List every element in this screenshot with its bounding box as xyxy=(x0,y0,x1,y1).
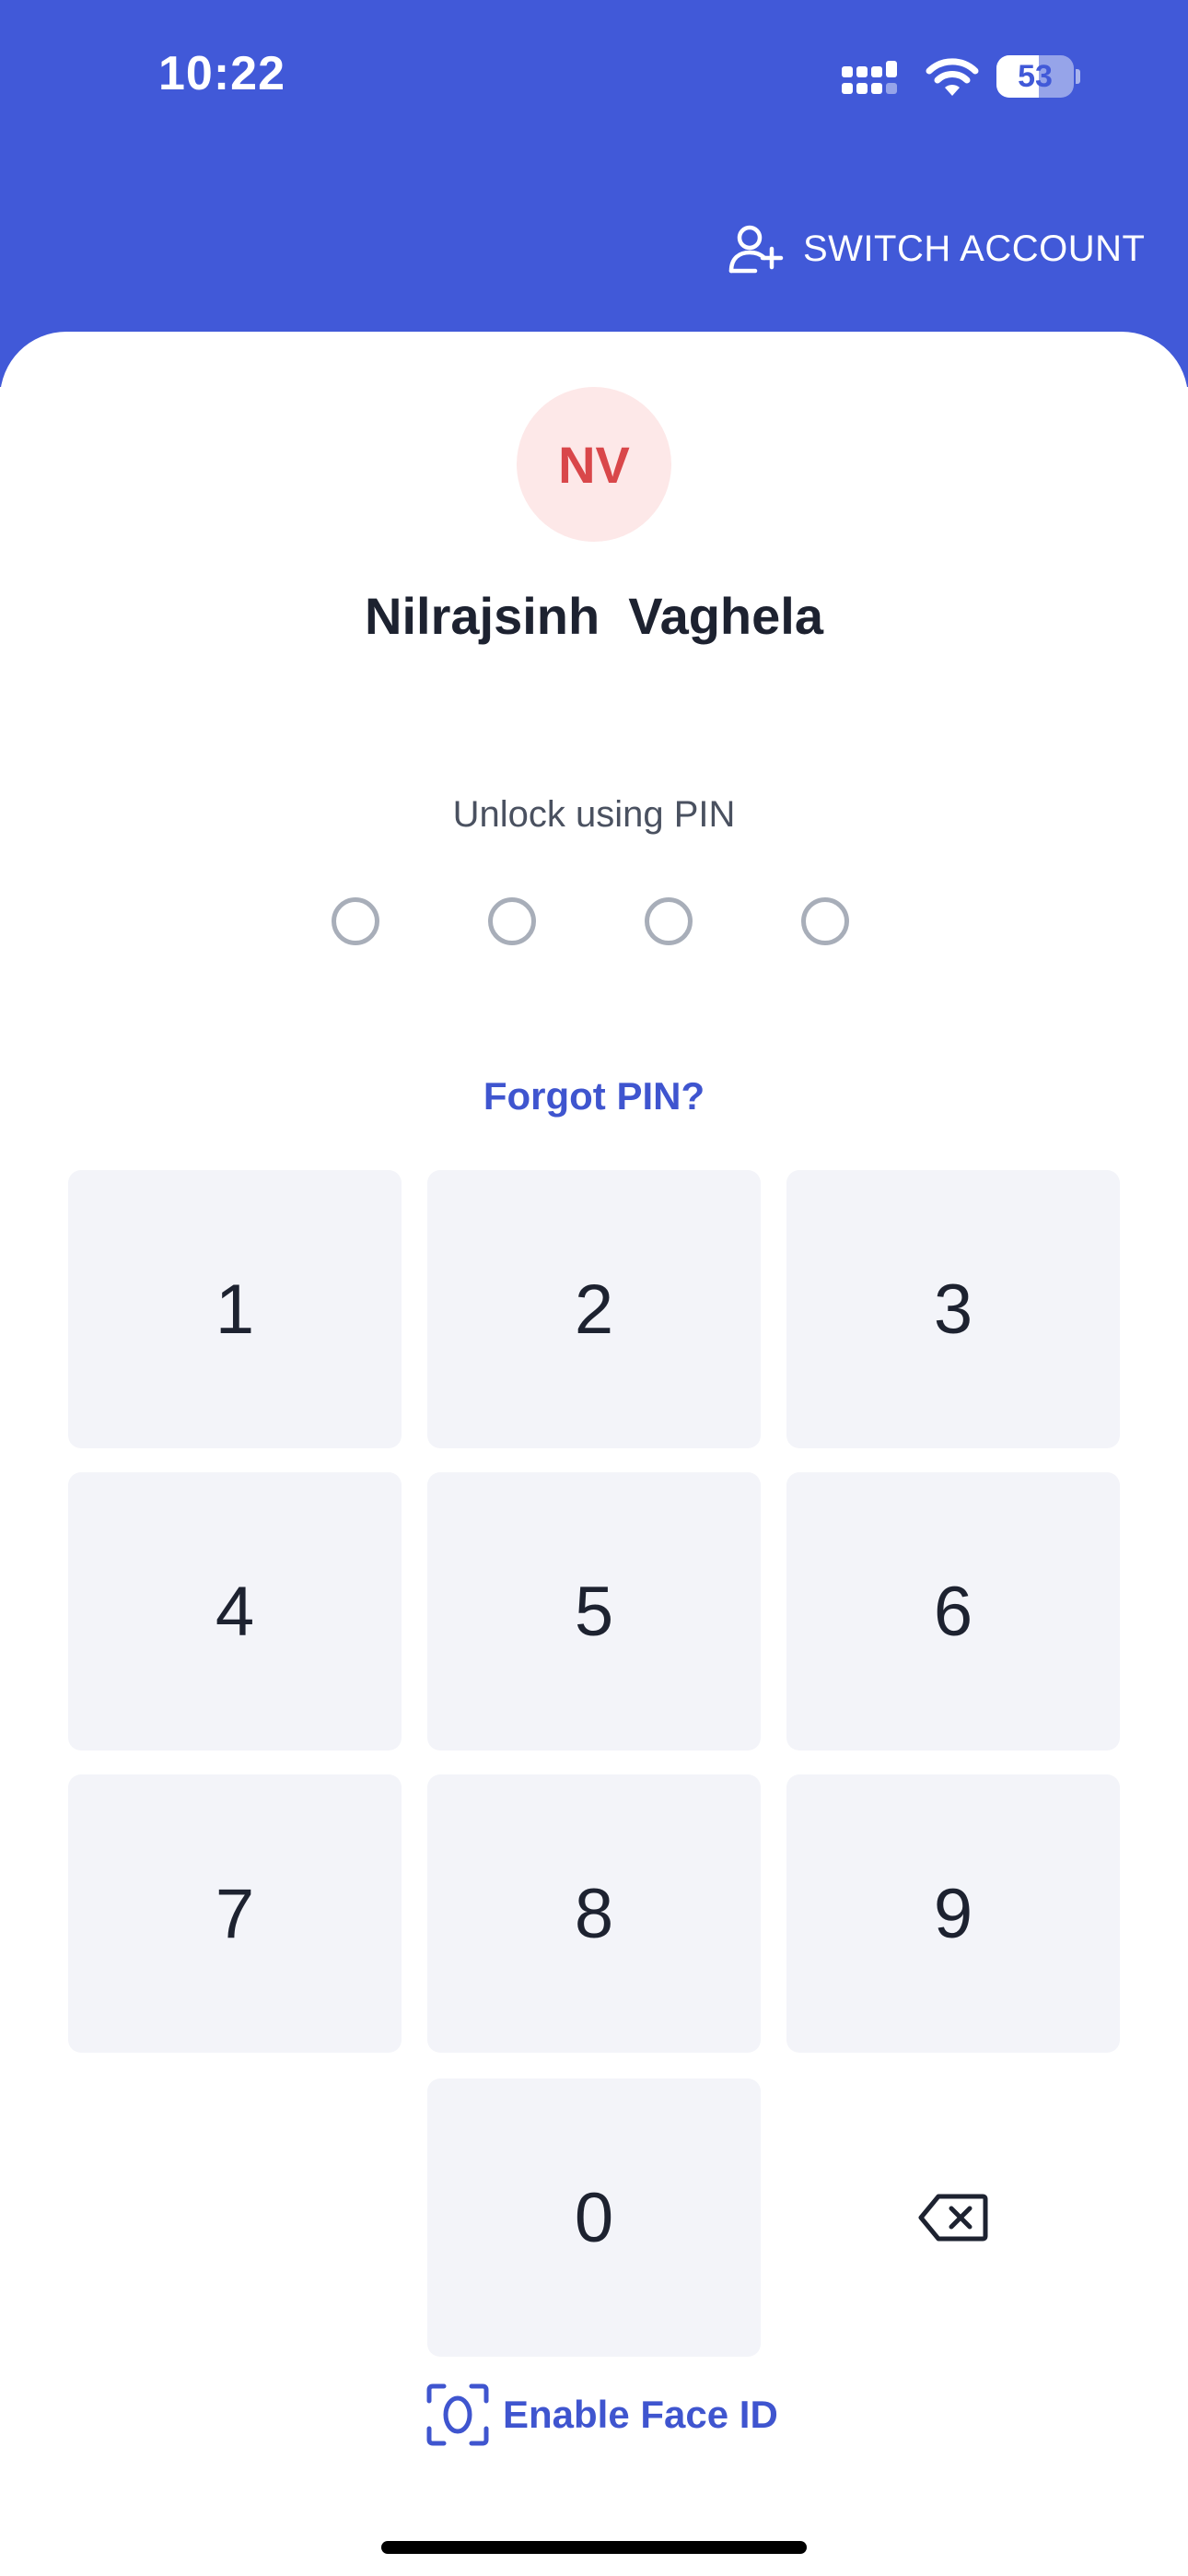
pin-dot xyxy=(332,897,379,945)
wifi-icon xyxy=(926,58,979,96)
switch-account-button[interactable]: SWITCH ACCOUNT xyxy=(728,221,1145,276)
enable-face-id-label: Enable Face ID xyxy=(503,2393,778,2436)
pin-dot xyxy=(645,897,693,945)
battery-icon: 53 xyxy=(996,55,1081,100)
keypad-key-7[interactable]: 7 xyxy=(68,1774,402,2053)
user-name: Nilrajsinh Vaghela xyxy=(365,587,823,645)
backspace-icon xyxy=(918,2194,988,2242)
pin-indicator xyxy=(332,897,856,953)
keypad-key-5[interactable]: 5 xyxy=(427,1472,761,1751)
status-bar-icons: 53 xyxy=(840,55,1089,107)
avatar: NV xyxy=(517,387,671,542)
status-bar-time: 10:22 xyxy=(158,47,285,100)
avatar-initials: NV xyxy=(558,435,630,494)
enable-face-id-button[interactable]: Enable Face ID xyxy=(425,2383,778,2447)
keypad-key-3[interactable]: 3 xyxy=(786,1170,1120,1448)
cellular-signal-icon xyxy=(842,61,897,94)
switch-account-label: SWITCH ACCOUNT xyxy=(803,228,1146,269)
pin-dot xyxy=(488,897,536,945)
keypad-key-9[interactable]: 9 xyxy=(786,1774,1120,2053)
home-indicator[interactable] xyxy=(381,2541,807,2554)
keypad-key-1[interactable]: 1 xyxy=(68,1170,402,1448)
keypad-key-8[interactable]: 8 xyxy=(427,1774,761,2053)
add-user-icon xyxy=(728,225,784,274)
pin-unlock-screen: 10:22 53 SWITCH ACCOUNT NV Nilrajsinh Va… xyxy=(0,0,1188,2576)
unlock-pin-label: Unlock using PIN xyxy=(452,794,736,835)
keypad-key-0[interactable]: 0 xyxy=(427,2078,761,2357)
battery-level: 53 xyxy=(1018,59,1053,94)
keypad-key-6[interactable]: 6 xyxy=(786,1472,1120,1751)
keypad-key-4[interactable]: 4 xyxy=(68,1472,402,1751)
face-id-icon xyxy=(426,2383,489,2446)
backspace-button[interactable] xyxy=(786,2078,1120,2357)
keypad-key-2[interactable]: 2 xyxy=(427,1170,761,1448)
forgot-pin-link[interactable]: Forgot PIN? xyxy=(0,1074,1188,1118)
pin-dot xyxy=(801,897,849,945)
